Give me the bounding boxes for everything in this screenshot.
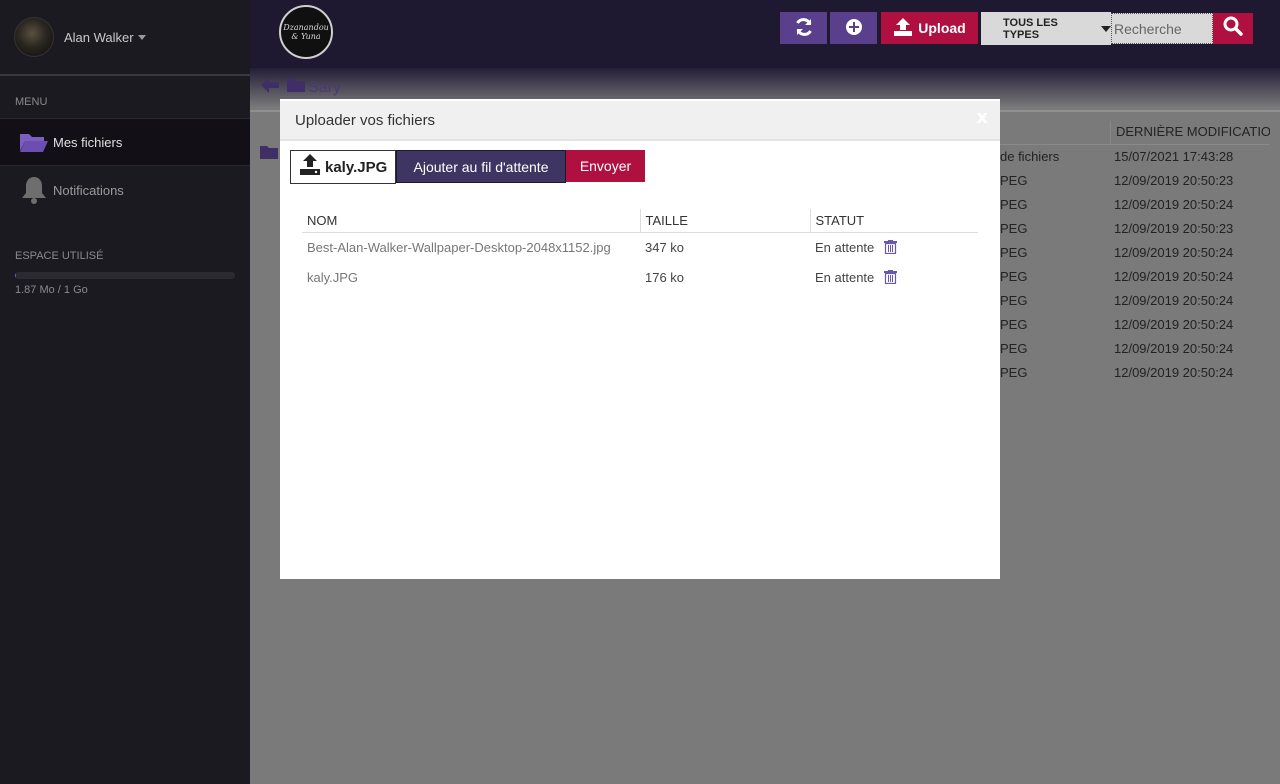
upload-button-label: Upload (918, 20, 966, 36)
table-row[interactable]: de fichiers 15/07/2021 17:43:28 (1000, 146, 1280, 170)
trash-icon[interactable] (884, 270, 898, 284)
chevron-down-icon (137, 34, 146, 40)
divider (1000, 144, 1270, 145)
refresh-button[interactable] (780, 12, 827, 44)
file-modified-date: 12/09/2019 20:50:24 (1114, 317, 1234, 332)
close-button[interactable]: x (976, 107, 988, 128)
menu-title: MENU (15, 96, 48, 108)
search-button[interactable] (1213, 13, 1253, 44)
table-row[interactable]: PEG 12/09/2019 20:50:24 (1000, 242, 1280, 266)
file-modified-date: 12/09/2019 20:50:24 (1114, 293, 1234, 308)
top-bar: Dzanandou & Yuna Upload TOUS LES TYPES (250, 0, 1280, 68)
add-button[interactable] (830, 12, 877, 44)
file-name: Best-Alan-Walker-Wallpaper-Desktop-2048x… (307, 239, 611, 255)
search-input[interactable] (1111, 13, 1213, 44)
file-status: En attente (815, 269, 875, 285)
plus-circle-icon (845, 18, 863, 39)
sidebar-item-label: Notifications (53, 182, 124, 198)
column-header-name: NOM (302, 209, 640, 233)
sidebar-item-label: Mes fichiers (53, 134, 123, 150)
type-filter-select[interactable]: TOUS LES TYPES (981, 12, 1111, 45)
table-row[interactable]: PEG 12/09/2019 20:50:24 (1000, 266, 1280, 290)
column-header-status: STATUT (809, 209, 978, 233)
file-modified-date: 12/09/2019 20:50:24 (1114, 197, 1234, 212)
table-row: Best-Alan-Walker-Wallpaper-Desktop-2048x… (302, 232, 978, 262)
modal-title: Uploader vos fichiers (295, 112, 436, 129)
trash-icon[interactable] (884, 240, 898, 255)
table-row: kaly.JPG 176 ko En attente (302, 262, 978, 292)
table-row[interactable]: PEG 12/09/2019 20:50:24 (1000, 314, 1280, 338)
back-arrow-icon[interactable] (260, 76, 280, 99)
file-upload-icon (299, 154, 321, 180)
file-size: 176 ko (645, 269, 685, 285)
file-modified-date: 12/09/2019 20:50:24 (1114, 365, 1234, 380)
file-type: PEG (1000, 173, 1028, 188)
table-row[interactable]: PEG 12/09/2019 20:50:23 (1000, 218, 1280, 242)
user-menu[interactable]: Alan Walker (0, 0, 250, 76)
avatar (14, 17, 54, 57)
storage-text: 1.87 Mo / 1 Go (15, 284, 88, 296)
upload-icon (893, 17, 913, 39)
file-type: PEG (1000, 341, 1028, 356)
breadcrumb: Sary (260, 76, 341, 99)
file-status: En attente (815, 239, 875, 255)
folder-icon (286, 77, 306, 98)
search-icon (1223, 16, 1243, 41)
logo-text: Dzanandou & Yuna (283, 23, 329, 41)
sidebar-item-mes-fichiers[interactable]: Mes fichiers (0, 118, 250, 166)
logo[interactable]: Dzanandou & Yuna (279, 5, 333, 59)
file-modified-date: 12/09/2019 20:50:24 (1114, 341, 1234, 356)
table-row[interactable]: PEG 12/09/2019 20:50:24 (1000, 290, 1280, 314)
upload-modal: Uploader vos fichiers x kaly.JPG Ajouter… (280, 99, 1000, 579)
file-type: PEG (1000, 293, 1028, 308)
folder-open-icon (18, 128, 50, 156)
storage-title: ESPACE UTILISÉ (15, 250, 104, 262)
column-header-size: TAILLE (639, 209, 810, 233)
refresh-icon (794, 17, 814, 40)
file-list: de fichiers 15/07/2021 17:43:28 PEG 12/09/2… (1000, 146, 1280, 386)
column-header-modified[interactable]: DERNIÈRE MODIFICATION (1110, 121, 1270, 145)
folder-icon (259, 144, 279, 165)
file-type: PEG (1000, 197, 1028, 212)
storage-progress-bar (15, 272, 235, 279)
file-type: PEG (1000, 221, 1028, 236)
file-picker-label: kaly.JPG (325, 158, 388, 176)
file-type: PEG (1000, 245, 1028, 260)
sidebar-item-notifications[interactable]: Notifications (0, 166, 250, 214)
file-type: PEG (1000, 365, 1028, 380)
sidebar: Alan Walker MENU Mes fichiers Notificati… (0, 0, 250, 784)
file-status-cell: En attente (810, 232, 978, 262)
caret-down-icon (1101, 25, 1111, 32)
add-to-queue-button[interactable]: Ajouter au fil d'attente (396, 150, 566, 183)
modal-header: Uploader vos fichiers x (280, 99, 1000, 141)
send-button[interactable]: Envoyer (566, 150, 645, 182)
file-modified-date: 12/09/2019 20:50:23 (1114, 221, 1234, 236)
file-modified-date: 15/07/2021 17:43:28 (1114, 149, 1234, 164)
breadcrumb-folder[interactable]: Sary (308, 79, 341, 97)
type-filter-value: TOUS LES TYPES (1003, 16, 1058, 41)
upload-queue-table: NOM TAILLE STATUT Best-Alan-Walker-Wallp… (302, 209, 978, 292)
file-modified-date: 12/09/2019 20:50:23 (1114, 173, 1234, 188)
file-modified-date: 12/09/2019 20:50:24 (1114, 269, 1234, 284)
storage-progress-fill (15, 272, 16, 279)
table-row[interactable]: PEG 12/09/2019 20:50:24 (1000, 338, 1280, 362)
file-type: PEG (1000, 269, 1028, 284)
user-name: Alan Walker (64, 29, 134, 45)
table-row[interactable]: PEG 12/09/2019 20:50:23 (1000, 170, 1280, 194)
bell-icon (18, 176, 50, 204)
file-name: kaly.JPG (307, 269, 359, 285)
file-picker-button[interactable]: kaly.JPG (290, 150, 396, 184)
file-modified-date: 12/09/2019 20:50:24 (1114, 245, 1234, 260)
file-type: de fichiers (1000, 149, 1060, 164)
file-size: 347 ko (645, 239, 685, 255)
table-row[interactable]: PEG 12/09/2019 20:50:24 (1000, 362, 1280, 386)
file-type: PEG (1000, 317, 1028, 332)
file-status-cell: En attente (810, 262, 978, 292)
table-row[interactable]: PEG 12/09/2019 20:50:24 (1000, 194, 1280, 218)
upload-button[interactable]: Upload (881, 12, 978, 44)
